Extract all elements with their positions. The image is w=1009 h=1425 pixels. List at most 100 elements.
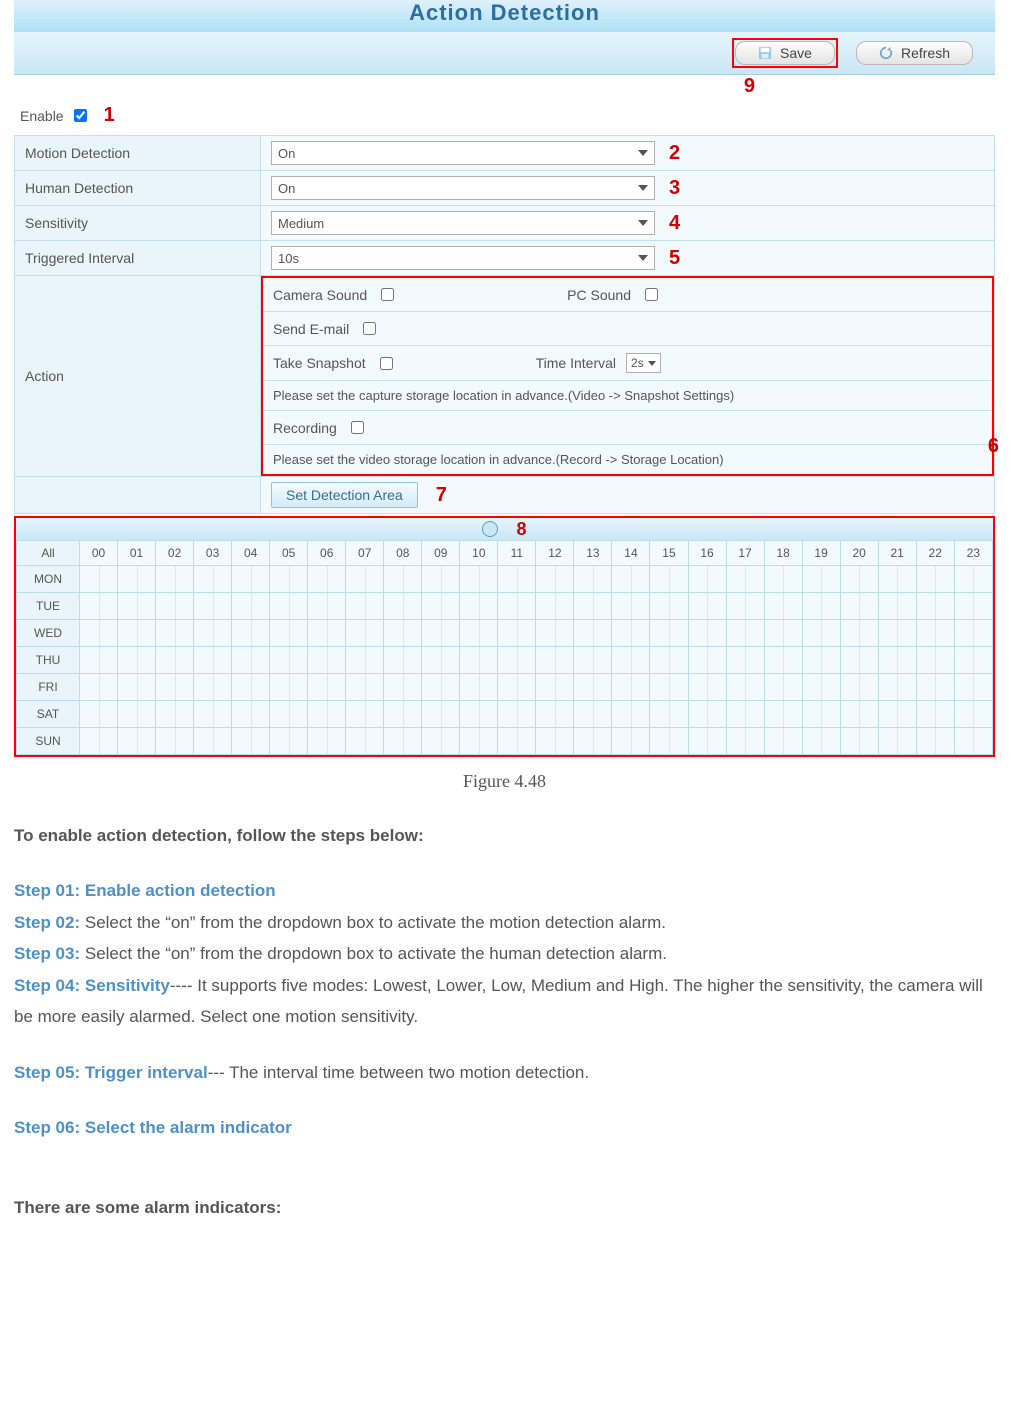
schedule-cell[interactable] [270,593,308,620]
schedule-cell[interactable] [460,647,498,674]
schedule-cell[interactable] [954,566,992,593]
schedule-cell[interactable] [194,674,232,701]
schedule-cell[interactable] [878,593,916,620]
schedule-cell[interactable] [118,728,156,755]
schedule-cell[interactable] [80,566,118,593]
schedule-cell[interactable] [764,620,802,647]
schedule-cell[interactable] [422,593,460,620]
schedule-cell[interactable] [574,647,612,674]
schedule-cell[interactable] [802,620,840,647]
schedule-cell[interactable] [308,674,346,701]
schedule-cell[interactable] [726,593,764,620]
schedule-cell[interactable] [878,566,916,593]
schedule-cell[interactable] [308,620,346,647]
save-button[interactable]: Save [735,41,835,65]
schedule-cell[interactable] [422,701,460,728]
schedule-cell[interactable] [802,566,840,593]
recording-checkbox[interactable] [351,421,364,434]
schedule-cell[interactable] [954,701,992,728]
schedule-day[interactable]: SAT [17,701,80,728]
schedule-cell[interactable] [650,728,688,755]
schedule-cell[interactable] [916,674,954,701]
schedule-cell[interactable] [650,566,688,593]
schedule-cell[interactable] [270,674,308,701]
schedule-cell[interactable] [194,620,232,647]
schedule-cell[interactable] [232,620,270,647]
schedule-cell[interactable] [384,701,422,728]
schedule-day[interactable]: MON [17,566,80,593]
enable-checkbox[interactable] [74,109,87,122]
schedule-day[interactable]: FRI [17,674,80,701]
refresh-button[interactable]: Refresh [856,41,973,65]
schedule-cell[interactable] [156,701,194,728]
schedule-cell[interactable] [194,701,232,728]
camera-sound-checkbox[interactable] [381,288,394,301]
schedule-cell[interactable] [954,728,992,755]
schedule-cell[interactable] [536,701,574,728]
schedule-day[interactable]: SUN [17,728,80,755]
schedule-cell[interactable] [536,593,574,620]
schedule-cell[interactable] [232,674,270,701]
schedule-cell[interactable] [498,620,536,647]
schedule-cell[interactable] [726,566,764,593]
schedule-cell[interactable] [612,593,650,620]
schedule-cell[interactable] [80,701,118,728]
schedule-cell[interactable] [118,620,156,647]
schedule-cell[interactable] [422,620,460,647]
schedule-cell[interactable] [80,593,118,620]
schedule-cell[interactable] [764,674,802,701]
schedule-cell[interactable] [574,674,612,701]
schedule-cell[interactable] [156,620,194,647]
schedule-cell[interactable] [612,566,650,593]
schedule-cell[interactable] [232,566,270,593]
schedule-cell[interactable] [384,674,422,701]
schedule-cell[interactable] [498,566,536,593]
schedule-cell[interactable] [688,620,726,647]
schedule-cell[interactable] [346,728,384,755]
schedule-cell[interactable] [460,593,498,620]
schedule-cell[interactable] [574,728,612,755]
schedule-cell[interactable] [954,674,992,701]
schedule-cell[interactable] [764,701,802,728]
schedule-cell[interactable] [954,647,992,674]
schedule-cell[interactable] [688,647,726,674]
schedule-cell[interactable] [688,674,726,701]
schedule-cell[interactable] [270,620,308,647]
schedule-cell[interactable] [916,647,954,674]
schedule-cell[interactable] [688,566,726,593]
schedule-cell[interactable] [916,728,954,755]
schedule-cell[interactable] [346,701,384,728]
schedule-cell[interactable] [270,728,308,755]
send-email-checkbox[interactable] [363,322,376,335]
schedule-cell[interactable] [80,728,118,755]
schedule-day[interactable]: THU [17,647,80,674]
schedule-cell[interactable] [574,620,612,647]
schedule-day[interactable]: WED [17,620,80,647]
schedule-cell[interactable] [878,674,916,701]
schedule-cell[interactable] [612,647,650,674]
schedule-cell[interactable] [802,593,840,620]
schedule-cell[interactable] [612,620,650,647]
schedule-cell[interactable] [916,566,954,593]
sensitivity-select[interactable]: Medium [271,211,655,235]
schedule-cell[interactable] [156,674,194,701]
schedule-cell[interactable] [802,701,840,728]
schedule-cell[interactable] [308,701,346,728]
schedule-cell[interactable] [688,701,726,728]
schedule-cell[interactable] [536,620,574,647]
schedule-cell[interactable] [308,728,346,755]
schedule-cell[interactable] [840,593,878,620]
schedule-cell[interactable] [726,647,764,674]
schedule-day[interactable]: TUE [17,593,80,620]
schedule-cell[interactable] [194,593,232,620]
schedule-cell[interactable] [878,728,916,755]
pc-sound-checkbox[interactable] [645,288,658,301]
schedule-cell[interactable] [954,593,992,620]
schedule-cell[interactable] [878,701,916,728]
schedule-cell[interactable] [384,566,422,593]
schedule-cell[interactable] [118,647,156,674]
schedule-cell[interactable] [916,593,954,620]
schedule-cell[interactable] [878,620,916,647]
schedule-cell[interactable] [650,620,688,647]
schedule-cell[interactable] [650,593,688,620]
